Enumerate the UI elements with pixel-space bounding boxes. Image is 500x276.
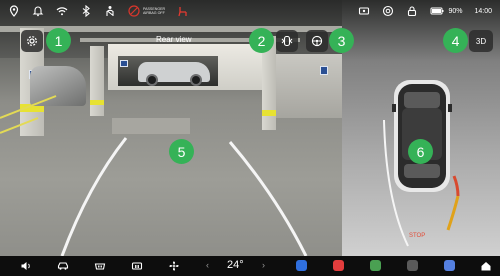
callout-4: 4 [443, 28, 468, 53]
home-icon [481, 262, 491, 271]
seat-heat-icon [178, 7, 187, 17]
airbag-text-line2: AIRBAG OFF [143, 11, 165, 15]
wifi-icon [56, 7, 68, 16]
status-bar: PASSENGER AIRBAG OFF 90% 14:00 [0, 0, 500, 22]
rear-defrost-icon [131, 262, 143, 270]
battery-status: 90% [430, 5, 462, 17]
home-button[interactable] [480, 260, 492, 272]
app-navigation-icon[interactable] [296, 260, 307, 271]
seatbelt-icon [106, 6, 114, 16]
speaker-icon [21, 262, 30, 270]
bluetooth-icon [82, 5, 90, 17]
app-music-icon[interactable] [333, 260, 344, 271]
lock-icon [408, 6, 417, 17]
dashcam-icon [359, 7, 370, 15]
volume-button[interactable] [20, 260, 32, 272]
3d-view-button[interactable]: 3D [469, 30, 493, 52]
temp-increase-button[interactable]: › [262, 260, 265, 270]
bell-icon [32, 6, 44, 17]
stop-warning-label: STOP [409, 233, 426, 239]
steering-guide-button[interactable] [306, 30, 328, 52]
front-defrost-icon [94, 263, 106, 270]
fan-button[interactable] [168, 260, 180, 272]
vehicle-button[interactable] [57, 260, 69, 272]
settings-button[interactable] [21, 30, 43, 52]
callout-6: 6 [408, 139, 433, 164]
temp-decrease-button[interactable]: ‹ [206, 260, 209, 270]
temperature-display: 24° [227, 259, 244, 271]
app-camera-icon[interactable] [370, 260, 381, 271]
app-grid-icon[interactable] [444, 260, 455, 271]
car-icon [57, 262, 69, 270]
gear-icon [27, 36, 37, 46]
location-icon [9, 5, 19, 17]
view-switch-button[interactable] [276, 30, 298, 52]
steering-wheel-icon [311, 35, 323, 47]
front-defrost-button[interactable] [94, 260, 106, 272]
callout-3: 3 [329, 28, 354, 53]
clock: 14:00 [474, 7, 492, 15]
battery-icon [430, 7, 444, 15]
app-settings-icon[interactable] [407, 260, 418, 271]
airbag-status: PASSENGER AIRBAG OFF [128, 5, 165, 17]
car-view-icon [281, 35, 293, 47]
callout-5: 5 [169, 139, 194, 164]
rear-defrost-button[interactable] [131, 260, 143, 272]
callout-1: 1 [46, 28, 71, 53]
callout-2: 2 [249, 28, 274, 53]
camera-view-label: Rear view [156, 35, 192, 44]
airbag-off-icon [128, 5, 140, 17]
tire-icon [383, 5, 394, 17]
battery-percent: 90% [448, 7, 463, 15]
fan-icon [169, 261, 179, 271]
bottom-dock: ‹ 24° › [0, 256, 500, 276]
